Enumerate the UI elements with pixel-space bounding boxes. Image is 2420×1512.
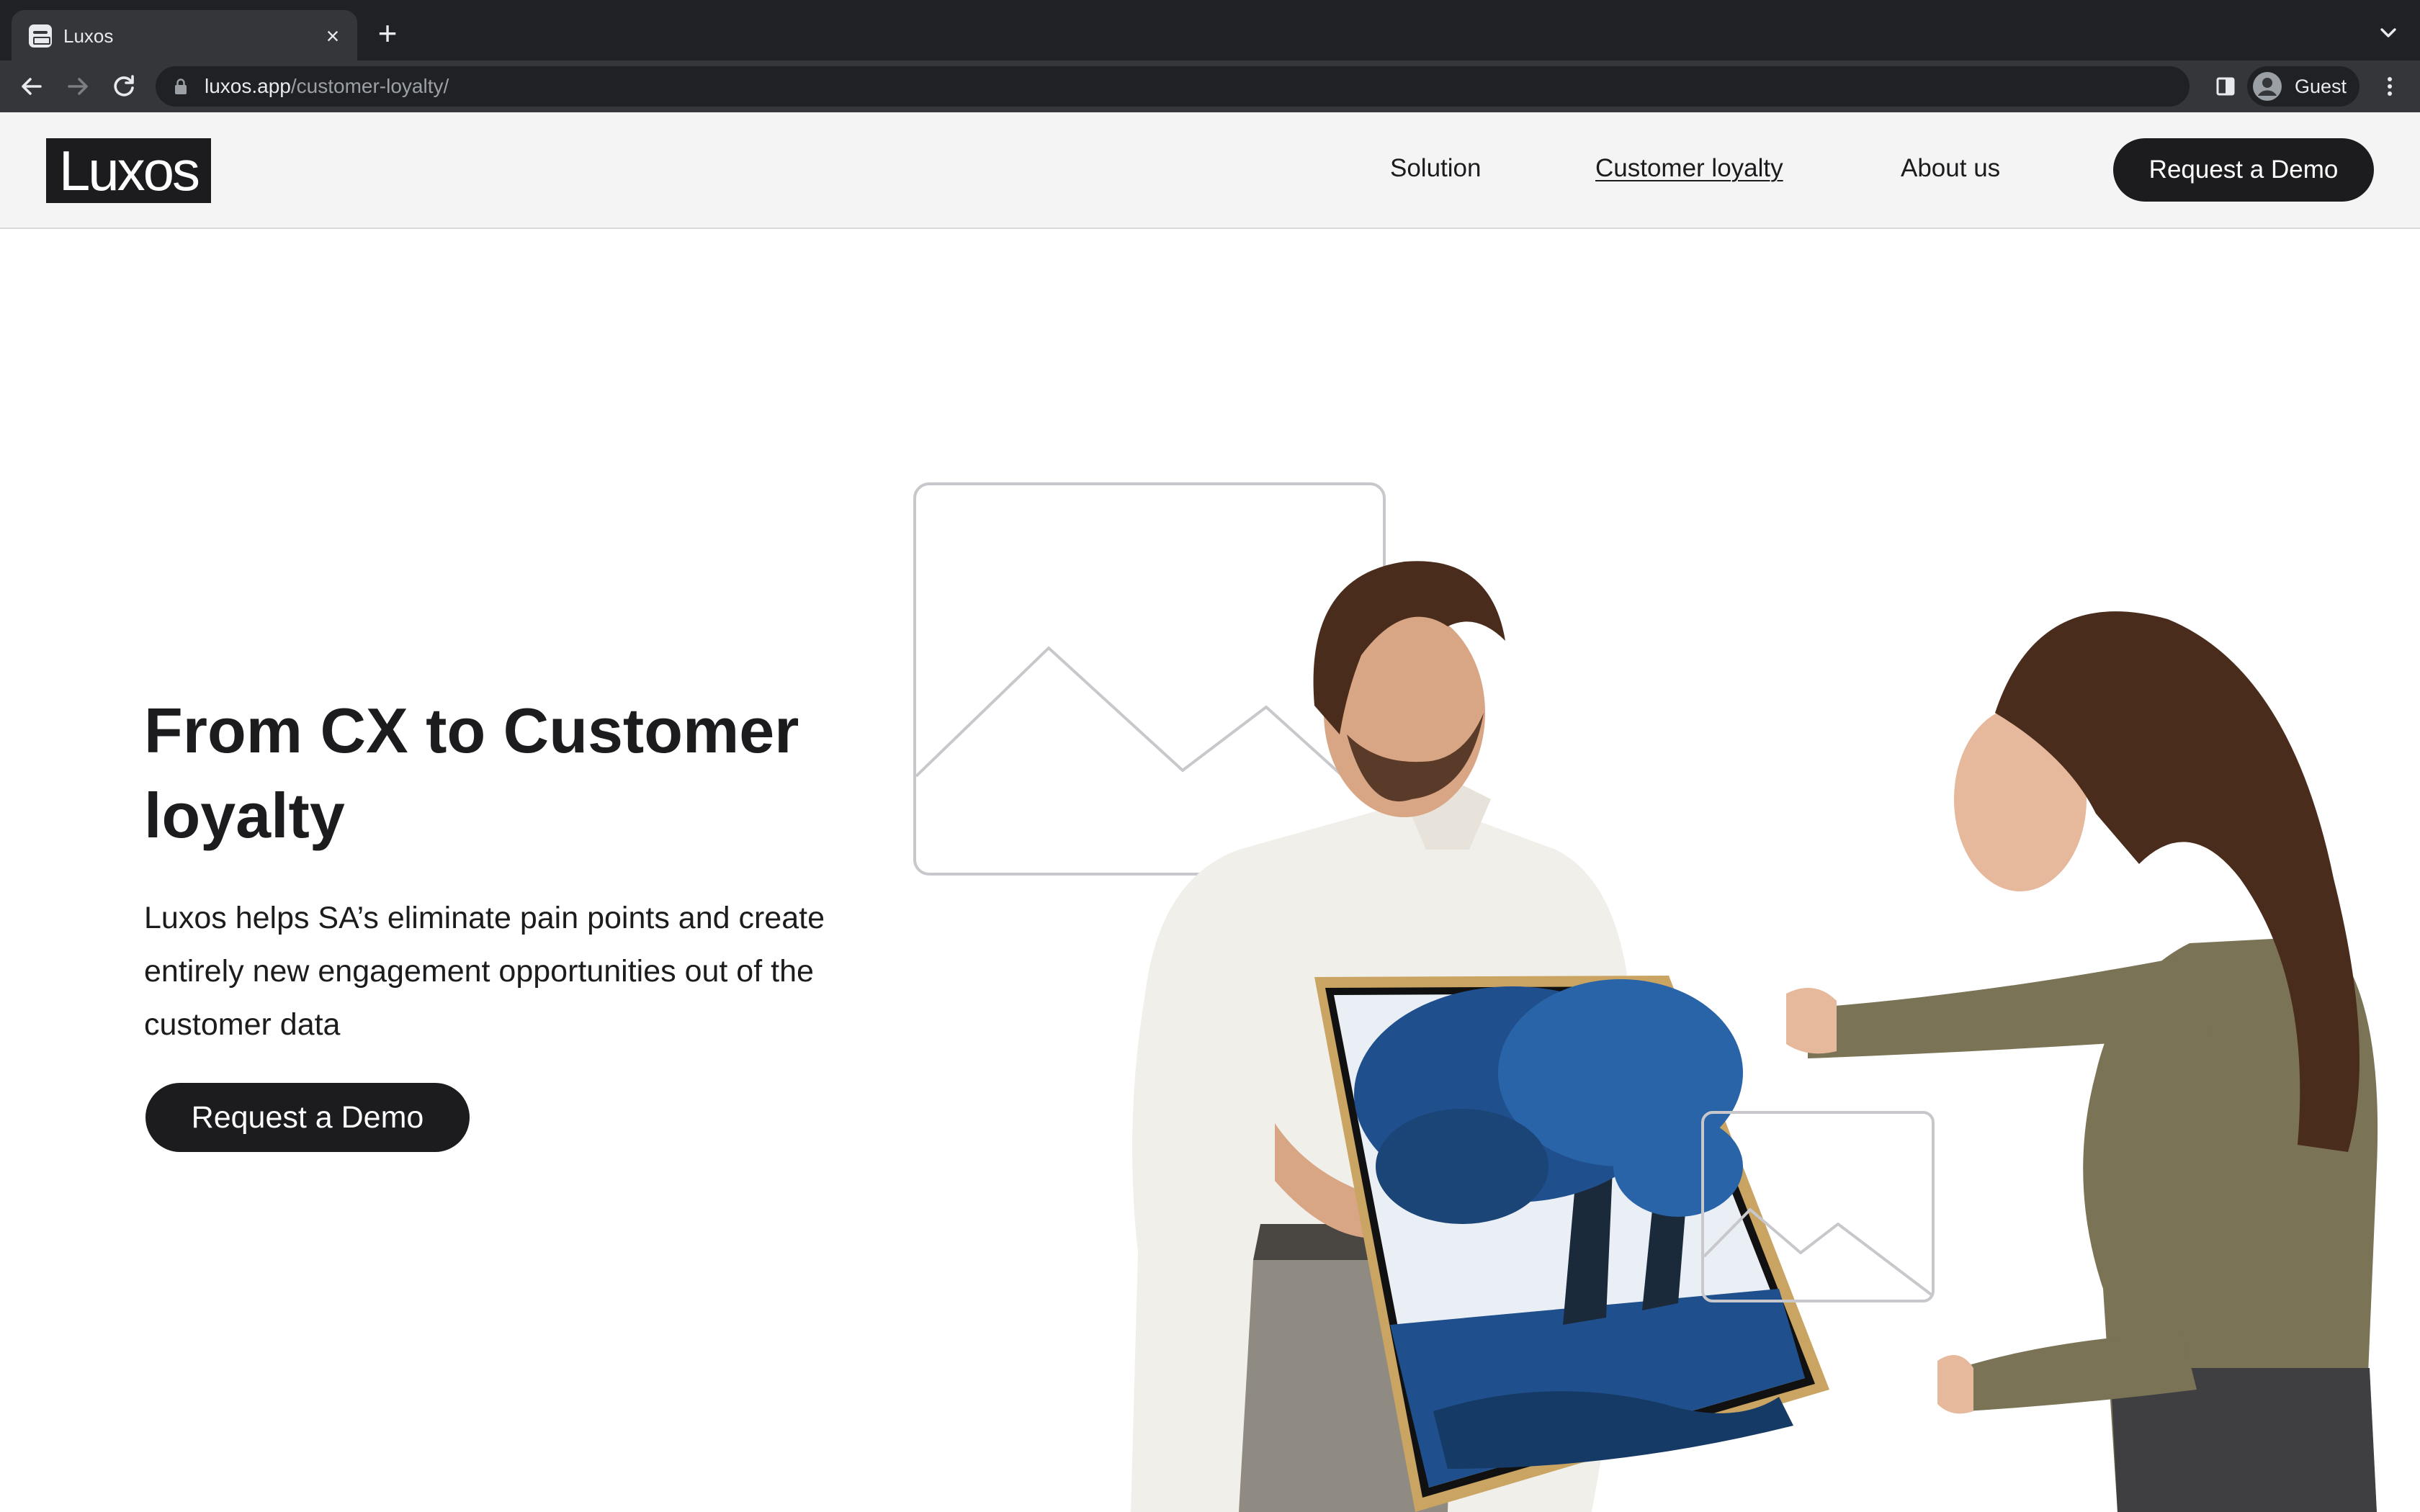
hero-illustration <box>913 482 2378 1512</box>
luxos-logo[interactable]: Luxos <box>46 138 211 203</box>
browser-tab[interactable]: Luxos × <box>12 10 357 60</box>
lock-icon <box>175 78 187 94</box>
new-tab-button[interactable]: + <box>372 14 403 52</box>
nav-link-about-us[interactable]: About us <box>1901 153 2000 184</box>
profile-button[interactable]: Guest <box>2247 66 2360 107</box>
page-favicon-icon <box>29 24 52 48</box>
url-text: luxos.app/customer-loyalty/ <box>205 75 449 98</box>
side-panel-icon <box>2216 77 2235 96</box>
reload-icon <box>114 75 134 96</box>
account-icon <box>2253 72 2282 101</box>
header-request-demo-button[interactable]: Request a Demo <box>2113 138 2374 202</box>
nav-link-solution[interactable]: Solution <box>1390 153 1481 184</box>
site-header: Luxos Solution Customer loyalty About us… <box>0 112 2420 229</box>
back-button[interactable] <box>16 71 48 102</box>
url-path: /customer-loyalty/ <box>290 75 449 97</box>
hero-request-demo-button[interactable]: Request a Demo <box>145 1083 470 1152</box>
hero-description: Luxos helps SA’s eliminate pain points a… <box>144 901 825 1042</box>
profile-label: Guest <box>2295 76 2347 97</box>
nav-link-customer-loyalty[interactable]: Customer loyalty <box>1595 153 1783 184</box>
woman-figure <box>1786 611 2378 1512</box>
browser-tab-strip: Luxos × + <box>0 0 2420 60</box>
more-vertical-icon <box>2388 77 2392 96</box>
back-arrow-icon <box>22 78 42 95</box>
plus-icon: + <box>377 14 398 52</box>
side-panel-button[interactable] <box>2210 71 2241 102</box>
chevron-down-icon <box>2380 28 2396 37</box>
tab-title: Luxos <box>63 25 114 47</box>
address-bar[interactable]: luxos.app/customer-loyalty/ <box>156 66 2190 107</box>
hero-title: From CX to Customer loyalty <box>144 695 799 851</box>
browser-menu-button[interactable] <box>2374 71 2406 102</box>
tab-search-button[interactable] <box>2374 19 2403 48</box>
reload-button[interactable] <box>108 71 140 102</box>
url-host: luxos.app <box>205 75 291 97</box>
forward-button[interactable] <box>62 71 94 102</box>
forward-arrow-icon <box>68 78 88 95</box>
browser-toolbar: luxos.app/customer-loyalty/ Guest <box>0 60 2420 112</box>
close-icon[interactable]: × <box>318 22 347 50</box>
